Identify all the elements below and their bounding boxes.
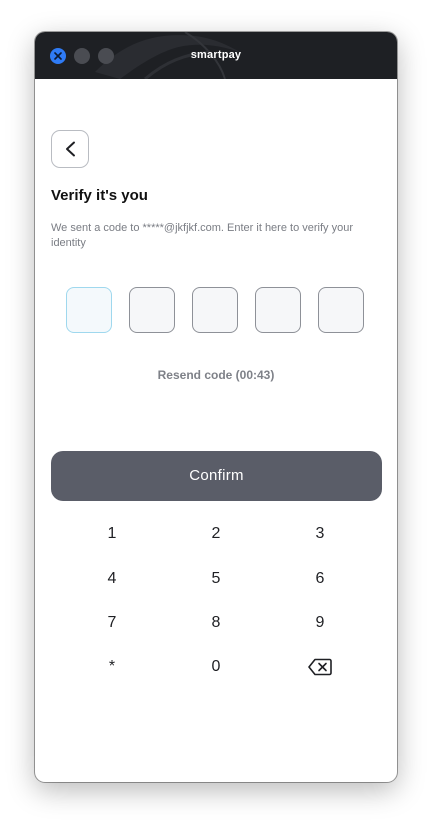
back-button[interactable] <box>51 130 89 168</box>
backspace-icon <box>308 658 332 676</box>
title-bar[interactable]: smartpay <box>35 32 397 79</box>
code-digit-5[interactable] <box>318 287 364 333</box>
page-subtitle: We sent a code to *****@jkfjkf.com. Ente… <box>51 222 353 249</box>
keypad-key-asterisk[interactable]: * <box>82 652 142 682</box>
code-digit-2[interactable] <box>129 287 175 333</box>
keypad-key-4[interactable]: 4 <box>82 564 142 594</box>
resend-code-link[interactable]: Resend code (00:43) <box>35 368 397 382</box>
keypad-key-9[interactable]: 9 <box>290 608 350 638</box>
confirm-button[interactable]: Confirm <box>51 451 382 501</box>
code-digit-4[interactable] <box>255 287 301 333</box>
keypad-key-0[interactable]: 0 <box>186 652 246 682</box>
chevron-left-icon <box>66 141 75 157</box>
app-window: smartpay Verify it's you We sent a code … <box>35 32 397 782</box>
keypad-key-3[interactable]: 3 <box>290 519 350 549</box>
code-digit-1[interactable] <box>66 287 112 333</box>
keypad-key-6[interactable]: 6 <box>290 564 350 594</box>
window-title: smartpay <box>190 49 242 61</box>
keypad-delete-button[interactable] <box>290 652 350 682</box>
keypad-key-8[interactable]: 8 <box>186 608 246 638</box>
page-title: Verify it's you <box>51 187 148 204</box>
keypad-key-2[interactable]: 2 <box>186 519 246 549</box>
keypad-key-1[interactable]: 1 <box>82 519 142 549</box>
keypad-key-7[interactable]: 7 <box>82 608 142 638</box>
code-digit-3[interactable] <box>192 287 238 333</box>
keypad-key-5[interactable]: 5 <box>186 564 246 594</box>
